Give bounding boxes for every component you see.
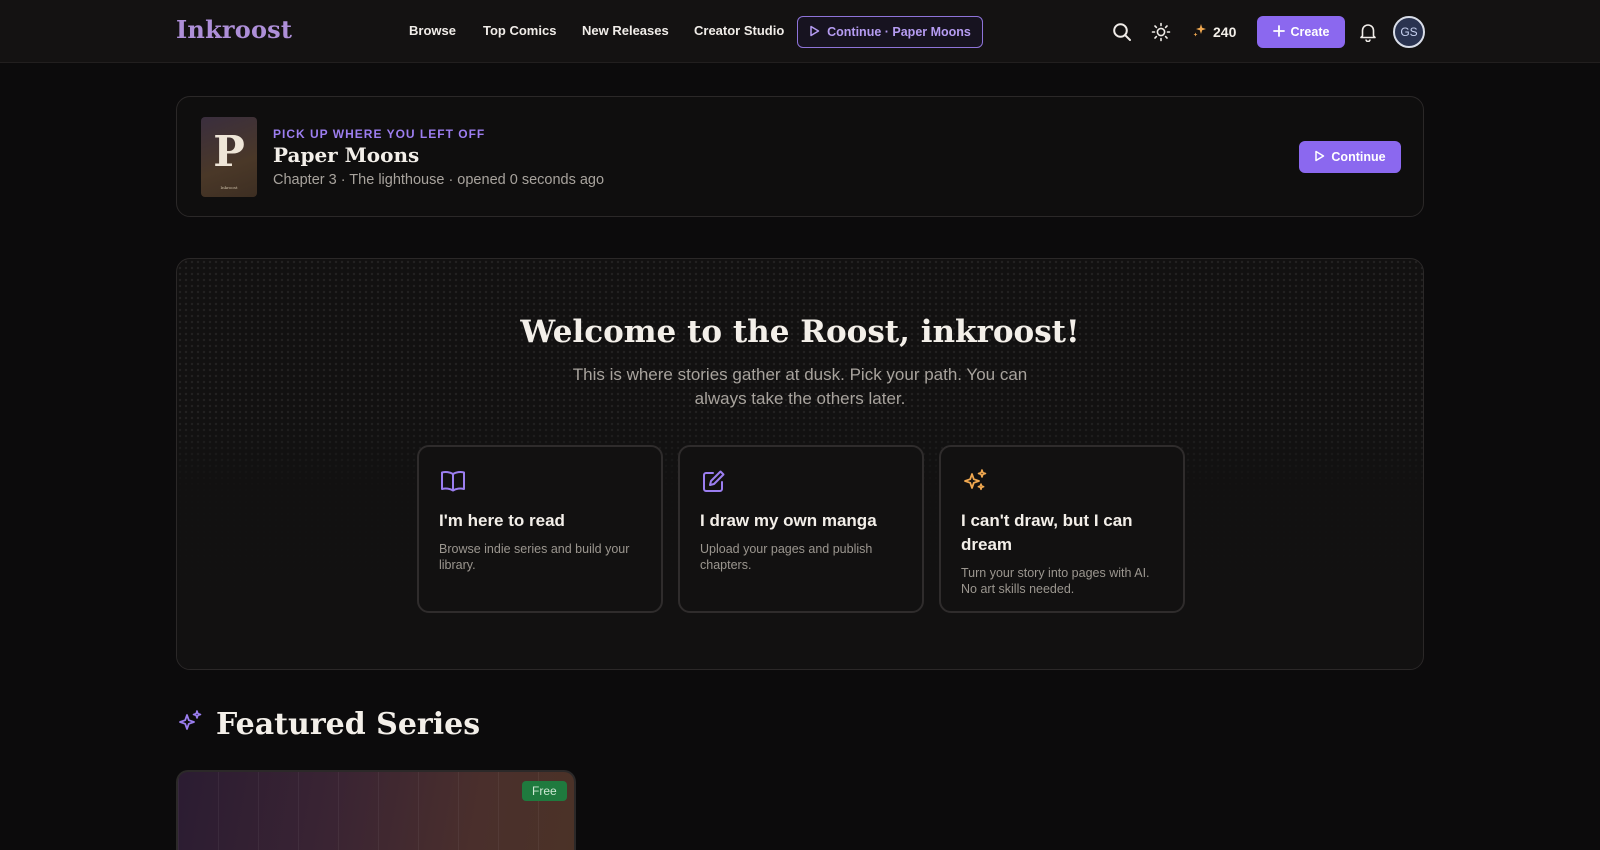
featured-series-heading: Featured Series <box>176 707 480 742</box>
path-title: I draw my own manga <box>700 511 877 530</box>
plus-icon <box>1272 24 1285 40</box>
path-title: I can't draw, but I can dream <box>961 511 1133 554</box>
sparkles-icon <box>1192 22 1208 41</box>
cover-letter: P <box>213 127 245 176</box>
avatar[interactable]: GS <box>1393 16 1425 48</box>
continue-reading-label: Continue · Paper Moons <box>827 25 971 39</box>
featured-series-card[interactable]: Free <box>176 770 576 850</box>
credits-value: 240 <box>1213 23 1237 40</box>
avatar-initials: GS <box>1400 25 1418 39</box>
sparkles-icon <box>961 467 1163 497</box>
continue-reading-card: P Inkroost PICK UP WHERE YOU LEFT OFF Pa… <box>176 96 1424 217</box>
book-open-icon <box>439 467 641 497</box>
pencil-square-icon <box>700 467 902 497</box>
resume-eyebrow: PICK UP WHERE YOU LEFT OFF <box>273 127 486 141</box>
logo[interactable]: Inkroost <box>176 15 292 44</box>
welcome-panel: Welcome to the Roost, inkroost! This is … <box>176 258 1424 670</box>
play-icon <box>1314 150 1325 165</box>
featured-series-title: Featured Series <box>216 707 481 742</box>
nav-browse[interactable]: Browse <box>409 23 456 38</box>
sparkles-icon <box>176 708 204 741</box>
continue-reading-button[interactable]: Continue · Paper Moons <box>797 16 983 48</box>
bell-icon[interactable] <box>1356 20 1380 44</box>
create-button[interactable]: Create <box>1257 16 1345 48</box>
path-description: Turn your story into pages with AI. No a… <box>961 566 1150 596</box>
top-bar: Inkroost Browse Top Comics New Releases … <box>0 0 1600 63</box>
theme-toggle-sun-icon[interactable] <box>1149 20 1173 44</box>
cover-brand: Inkroost <box>220 185 238 190</box>
search-icon[interactable] <box>1110 20 1134 44</box>
welcome-title: Welcome to the Roost, inkroost! <box>520 314 1080 350</box>
play-icon <box>809 25 820 40</box>
welcome-subtitle: This is where stories gather at dusk. Pi… <box>572 365 1028 408</box>
resume-continue-button[interactable]: Continue <box>1299 141 1401 173</box>
series-cover-art <box>178 772 574 850</box>
create-label: Create <box>1290 25 1330 39</box>
path-description: Upload your pages and publish chapters. <box>700 542 873 572</box>
resume-continue-label: Continue <box>1331 150 1386 164</box>
resume-chapter-meta: Chapter 3 · The lighthouse · opened 0 se… <box>273 172 605 188</box>
path-description: Browse indie series and build your libra… <box>439 542 630 572</box>
nav-top-comics[interactable]: Top Comics <box>483 23 556 38</box>
resume-series-title[interactable]: Paper Moons <box>273 143 419 167</box>
credits-counter[interactable]: 240 <box>1192 22 1236 41</box>
path-card-dream[interactable]: I can't draw, but I can dream Turn your … <box>939 445 1185 613</box>
nav-new-releases[interactable]: New Releases <box>582 23 669 38</box>
path-card-draw[interactable]: I draw my own manga Upload your pages an… <box>678 445 924 613</box>
path-title: I'm here to read <box>439 511 565 530</box>
nav-creator-studio[interactable]: Creator Studio <box>694 23 784 38</box>
path-card-read[interactable]: I'm here to read Browse indie series and… <box>417 445 663 613</box>
series-cover-thumbnail[interactable]: P Inkroost <box>201 117 257 197</box>
free-badge: Free <box>522 781 567 801</box>
